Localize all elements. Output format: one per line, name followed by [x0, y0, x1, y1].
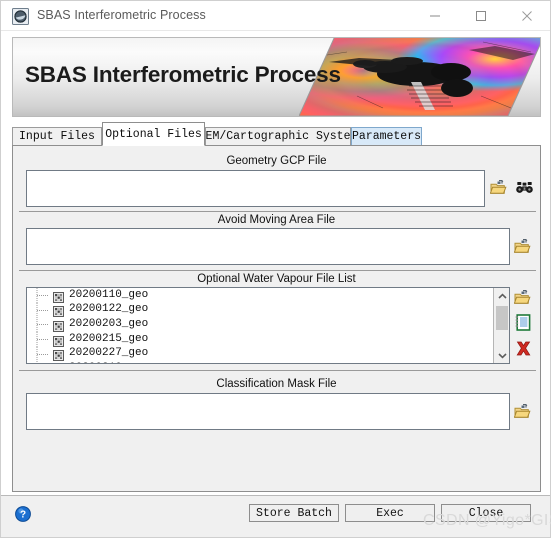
store-batch-button[interactable]: Store Batch [249, 504, 339, 522]
geometry-gcp-browse-button[interactable] [516, 179, 533, 201]
help-question-icon: ? [15, 506, 31, 522]
tab-label: Input Files [19, 130, 95, 143]
water-vapour-open-folder-button[interactable] [513, 289, 531, 311]
avoid-moving-area-input[interactable] [27, 229, 509, 264]
tab-strip: Input Files Optional Files DEM/Cartograp… [12, 122, 541, 146]
svg-text:?: ? [20, 510, 26, 521]
scrollbar-thumb[interactable] [496, 306, 508, 330]
scroll-down-button[interactable] [494, 347, 509, 363]
tree-branch-icon [35, 317, 53, 333]
tab-label: Parameters [352, 130, 422, 143]
water-vapour-label: Optional Water Vapour File List [197, 273, 356, 285]
water-vapour-scrollbar[interactable] [493, 288, 509, 363]
classification-mask-label: Classification Mask File [216, 378, 337, 390]
binoculars-icon [516, 182, 533, 193]
raster-file-icon [53, 334, 64, 347]
avoid-moving-area-open-folder-button[interactable] [513, 238, 531, 260]
tab-dem-cartographic-system[interactable]: DEM/Cartographic System [199, 127, 357, 146]
geometry-gcp-input-wrap[interactable] [26, 170, 485, 207]
avoid-moving-area-input-wrap[interactable] [26, 228, 510, 265]
geometry-gcp-open-folder-button[interactable] [489, 179, 507, 201]
exec-button[interactable]: Exec [345, 504, 435, 522]
minimize-button[interactable] [412, 1, 458, 31]
folder-open-icon [513, 239, 531, 253]
window-title: SBAS Interferometric Process [37, 8, 206, 22]
chevron-up-icon [497, 292, 507, 299]
list-item[interactable]: 20200227_geo [27, 346, 492, 362]
maximize-button[interactable] [458, 1, 504, 31]
tab-input-files[interactable]: Input Files [12, 127, 102, 146]
water-vapour-file-list[interactable]: 20200110_geo 20200122_geo 20200203_geo 2020… [26, 287, 510, 364]
tree-branch-icon [35, 361, 53, 363]
list-item[interactable]: 20200203_geo [27, 317, 492, 333]
classification-mask-input[interactable] [27, 394, 509, 429]
close-dialog-button[interactable]: Close [441, 504, 531, 522]
folder-open-icon [513, 404, 531, 418]
app-window: SBAS Interferometric Process SBAS Interf… [0, 0, 551, 538]
close-icon [522, 11, 532, 21]
tab-label: DEM/Cartographic System [198, 130, 358, 143]
geometry-gcp-input[interactable] [27, 171, 484, 206]
list-item[interactable]: 20200110_geo [27, 288, 492, 304]
list-item[interactable]: 20200122_geo [27, 302, 492, 318]
water-vapour-delete-button[interactable] [515, 340, 532, 362]
list-item-label: 20200203_geo [69, 317, 149, 330]
tab-parameters[interactable]: Parameters [351, 127, 422, 146]
sbas-app-icon [12, 8, 29, 25]
tree-branch-icon [35, 302, 53, 318]
list-item-label: 20200122_geo [69, 303, 149, 316]
section-divider [19, 211, 536, 212]
tree-branch-icon [35, 346, 53, 362]
tab-label: Optional Files [105, 127, 202, 141]
tab-optional-files[interactable]: Optional Files [102, 122, 205, 146]
optional-files-panel: Geometry GCP File Avoid Moving Area File… [12, 145, 541, 492]
footer-bar: ? Store Batch Exec Close [1, 495, 550, 537]
list-item[interactable]: 20200215_geo [27, 332, 492, 348]
close-button[interactable] [504, 1, 550, 31]
list-item-label: 20200227_geo [69, 347, 149, 360]
tree-branch-icon [35, 288, 53, 304]
raster-file-icon [53, 319, 64, 332]
folder-open-icon [489, 180, 507, 194]
classification-mask-open-folder-button[interactable] [513, 403, 531, 425]
maximize-icon [476, 11, 486, 21]
classification-mask-input-wrap[interactable] [26, 393, 510, 430]
geometry-gcp-label: Geometry GCP File [226, 155, 327, 167]
list-item[interactable]: 20200310_geo [27, 361, 492, 363]
avoid-moving-area-label: Avoid Moving Area File [217, 214, 336, 226]
title-bar: SBAS Interferometric Process [1, 1, 550, 31]
raster-file-icon [53, 348, 64, 362]
raster-file-icon [53, 290, 64, 303]
chevron-down-icon [497, 352, 507, 359]
red-x-icon [516, 341, 531, 356]
section-divider [19, 270, 536, 271]
water-vapour-edit-list-button[interactable] [515, 314, 531, 336]
button-label: Store Batch [256, 506, 332, 520]
tree-branch-icon [35, 332, 53, 348]
raster-file-icon [53, 304, 64, 318]
button-label: Close [468, 506, 504, 520]
list-item-label: 20200110_geo [69, 288, 149, 301]
banner-title: SBAS Interferometric Process [25, 62, 341, 87]
notebook-list-icon [515, 314, 531, 331]
list-item-label: 20200215_geo [69, 332, 149, 345]
scroll-up-button[interactable] [494, 288, 509, 304]
button-label: Exec [376, 506, 404, 520]
section-divider [19, 370, 536, 371]
folder-open-icon [513, 290, 531, 304]
help-button[interactable]: ? [15, 506, 31, 522]
app-banner: SBAS Interferometric Process [12, 37, 541, 117]
minimize-icon [430, 15, 440, 17]
water-vapour-rows: 20200110_geo 20200122_geo 20200203_geo 2020… [27, 288, 492, 363]
